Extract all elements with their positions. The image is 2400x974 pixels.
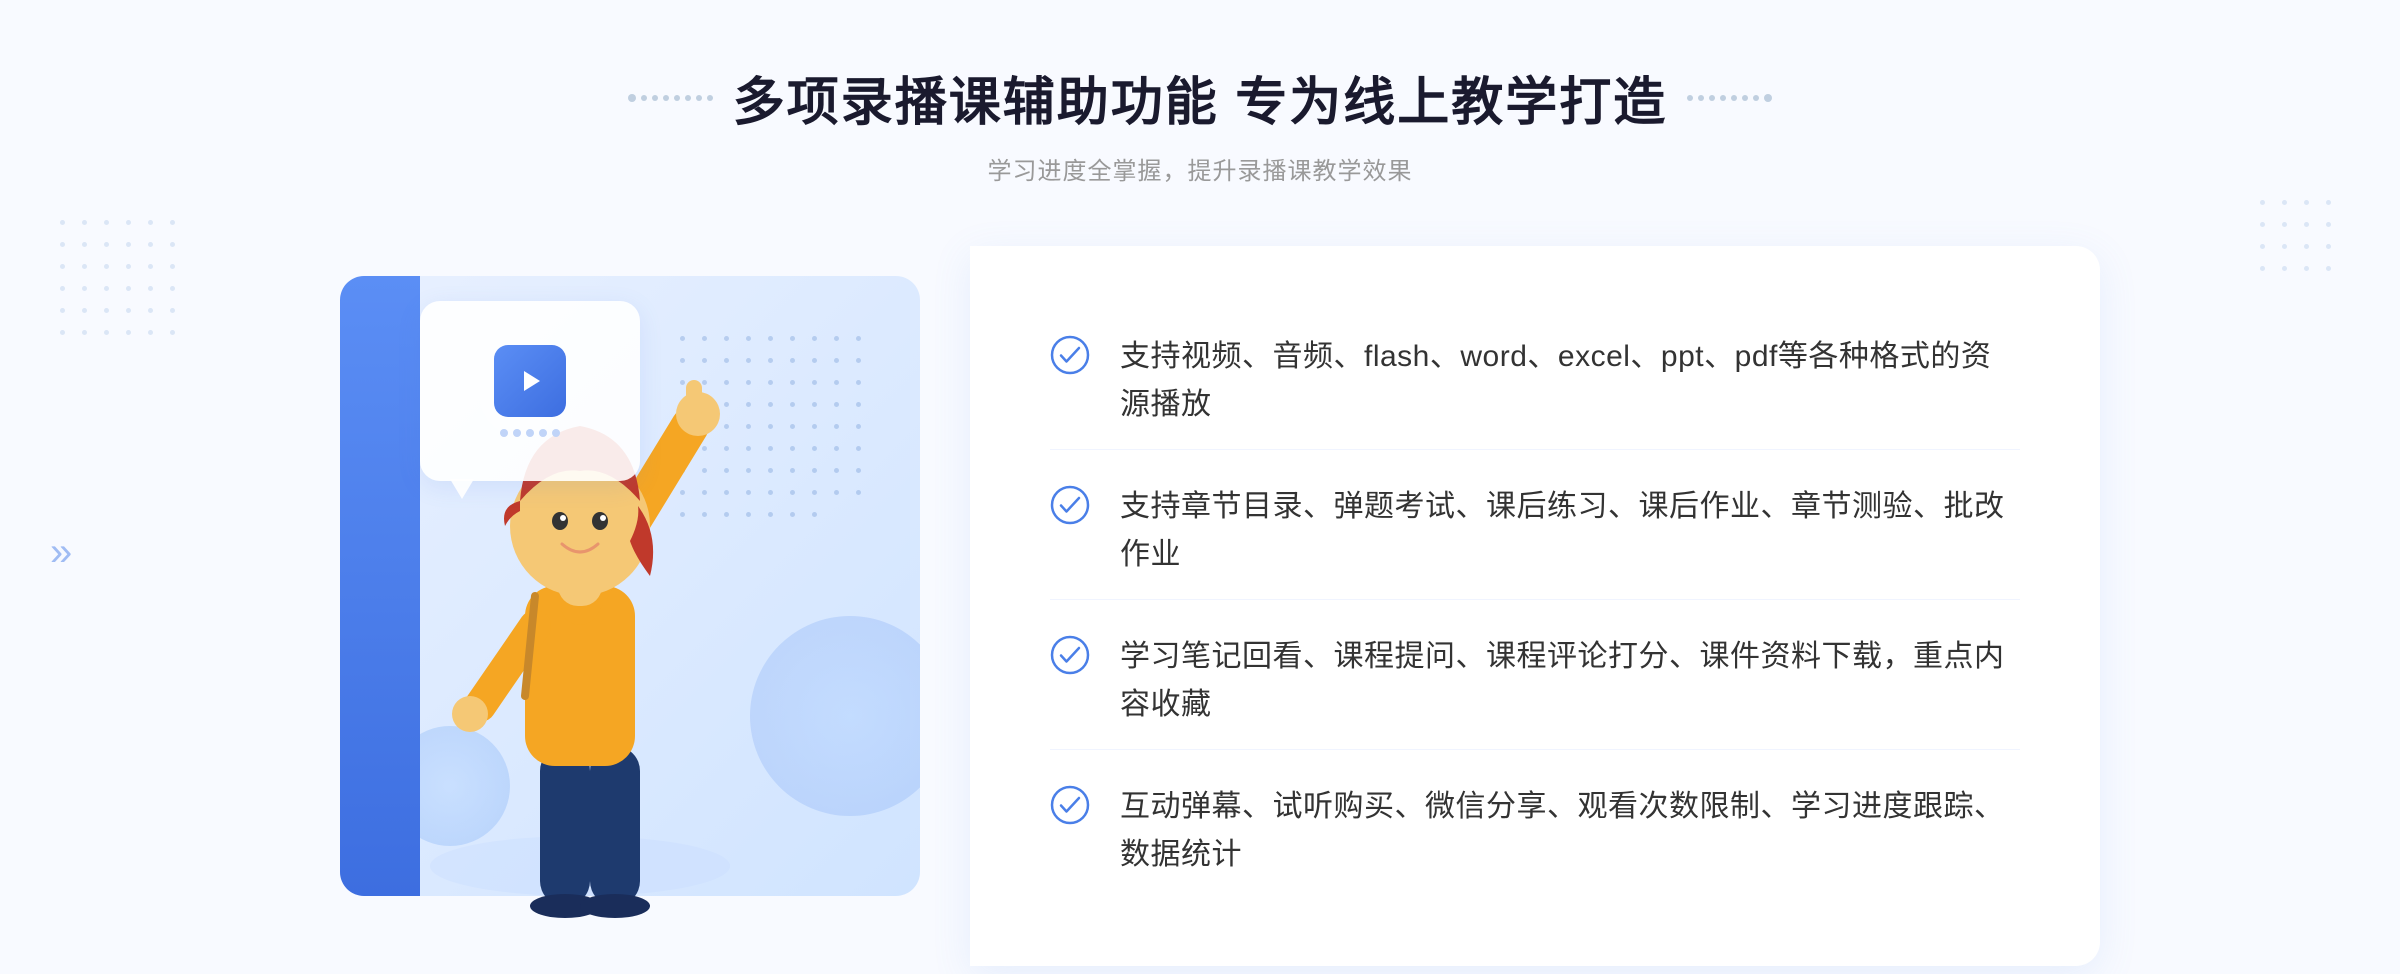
- feature-text-1: 支持视频、音频、flash、word、excel、ppt、pdf等各种格式的资源…: [1120, 333, 2020, 429]
- right-features-panel: 支持视频、音频、flash、word、excel、ppt、pdf等各种格式的资源…: [970, 246, 2100, 966]
- illustration-panel: «: [300, 246, 980, 926]
- check-icon-2: [1050, 485, 1090, 525]
- subtitle: 学习进度全掌握，提升录播课教学效果: [628, 151, 1772, 186]
- title-decoration-left: [628, 94, 713, 102]
- decorative-dots-right: [2260, 200, 2340, 280]
- feature-text-2: 支持章节目录、弹题考试、课后练习、课后作业、章节测验、批改作业: [1120, 483, 2020, 579]
- feature-text-3: 学习笔记回看、课程提问、课程评论打分、课件资料下载，重点内容收藏: [1120, 633, 2020, 729]
- double-arrow-decoration: »: [50, 530, 72, 575]
- check-icon-3: [1050, 635, 1090, 675]
- feature-item-2: 支持章节目录、弹题考试、课后练习、课后作业、章节测验、批改作业: [1050, 463, 2020, 600]
- title-row: 多项录播课辅助功能 专为线上教学打造: [628, 60, 1772, 135]
- feature-item-1: 支持视频、音频、flash、word、excel、ppt、pdf等各种格式的资源…: [1050, 313, 2020, 450]
- illustration-sidebar: [340, 276, 420, 896]
- content-area: «: [300, 246, 2100, 966]
- check-icon-4: [1050, 785, 1090, 825]
- main-title: 多项录播课辅助功能 专为线上教学打造: [733, 60, 1667, 135]
- feature-item-3: 学习笔记回看、课程提问、课程评论打分、课件资料下载，重点内容收藏: [1050, 613, 2020, 750]
- video-play-button: [494, 345, 566, 417]
- feature-item-4: 互动弹幕、试听购买、微信分享、观看次数限制、学习进度跟踪、数据统计: [1050, 763, 2020, 899]
- header-section: 多项录播课辅助功能 专为线上教学打造 学习进度全掌握，提升录播课教学效果: [628, 60, 1772, 186]
- title-decoration-right: [1687, 94, 1772, 102]
- feature-text-4: 互动弹幕、试听购买、微信分享、观看次数限制、学习进度跟踪、数据统计: [1120, 783, 2020, 879]
- page-container: » 多项录播课辅助功能 专为线上教学打造 学习进度全掌握，提升录播课教学效果: [0, 0, 2400, 974]
- video-bar-dots: [500, 429, 560, 437]
- speech-bubble: [420, 301, 640, 481]
- decorative-dots-left: [60, 220, 184, 344]
- check-icon-1: [1050, 335, 1090, 375]
